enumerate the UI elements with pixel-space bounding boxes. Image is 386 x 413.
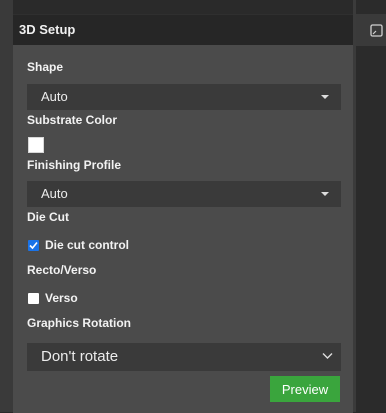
die-cut-control-label: Die cut control xyxy=(45,238,130,252)
shape-select[interactable]: Auto xyxy=(27,84,341,110)
dropdown-arrow-icon xyxy=(321,192,329,196)
right-toolbar xyxy=(356,14,386,46)
finishing-profile-value: Auto xyxy=(41,186,68,201)
substrate-color-swatch[interactable] xyxy=(28,137,44,153)
document-icon[interactable] xyxy=(370,24,383,37)
chevron-down-icon xyxy=(322,353,333,359)
dropdown-arrow-icon xyxy=(321,95,329,99)
graphics-rotation-select[interactable]: Don't rotate xyxy=(27,343,341,371)
preview-button[interactable]: Preview xyxy=(270,376,340,402)
verso-row[interactable]: Verso xyxy=(28,291,78,305)
verso-checkbox[interactable] xyxy=(28,292,39,304)
shape-value: Auto xyxy=(41,89,68,104)
checkmark-icon xyxy=(29,241,38,249)
die-cut-control-row[interactable]: Die cut control xyxy=(28,238,129,252)
right-workspace xyxy=(356,0,386,412)
left-strip xyxy=(0,0,13,412)
graphics-rotation-value: Don't rotate xyxy=(41,348,119,365)
3d-setup-panel: 3D Setup Shape Auto Substrate Color Fini… xyxy=(13,14,353,413)
graphics-rotation-label: Graphics Rotation xyxy=(27,316,132,330)
recto-verso-label: Recto/Verso xyxy=(27,263,97,277)
substrate-color-label: Substrate Color xyxy=(27,113,118,127)
panel-title: 3D Setup xyxy=(13,15,353,45)
finishing-profile-select[interactable]: Auto xyxy=(27,181,341,207)
die-cut-control-checkbox[interactable] xyxy=(28,239,39,251)
shape-label: Shape xyxy=(27,60,64,74)
die-cut-label: Die Cut xyxy=(27,210,69,224)
finishing-profile-label: Finishing Profile xyxy=(27,158,122,172)
verso-label: Verso xyxy=(45,291,78,305)
